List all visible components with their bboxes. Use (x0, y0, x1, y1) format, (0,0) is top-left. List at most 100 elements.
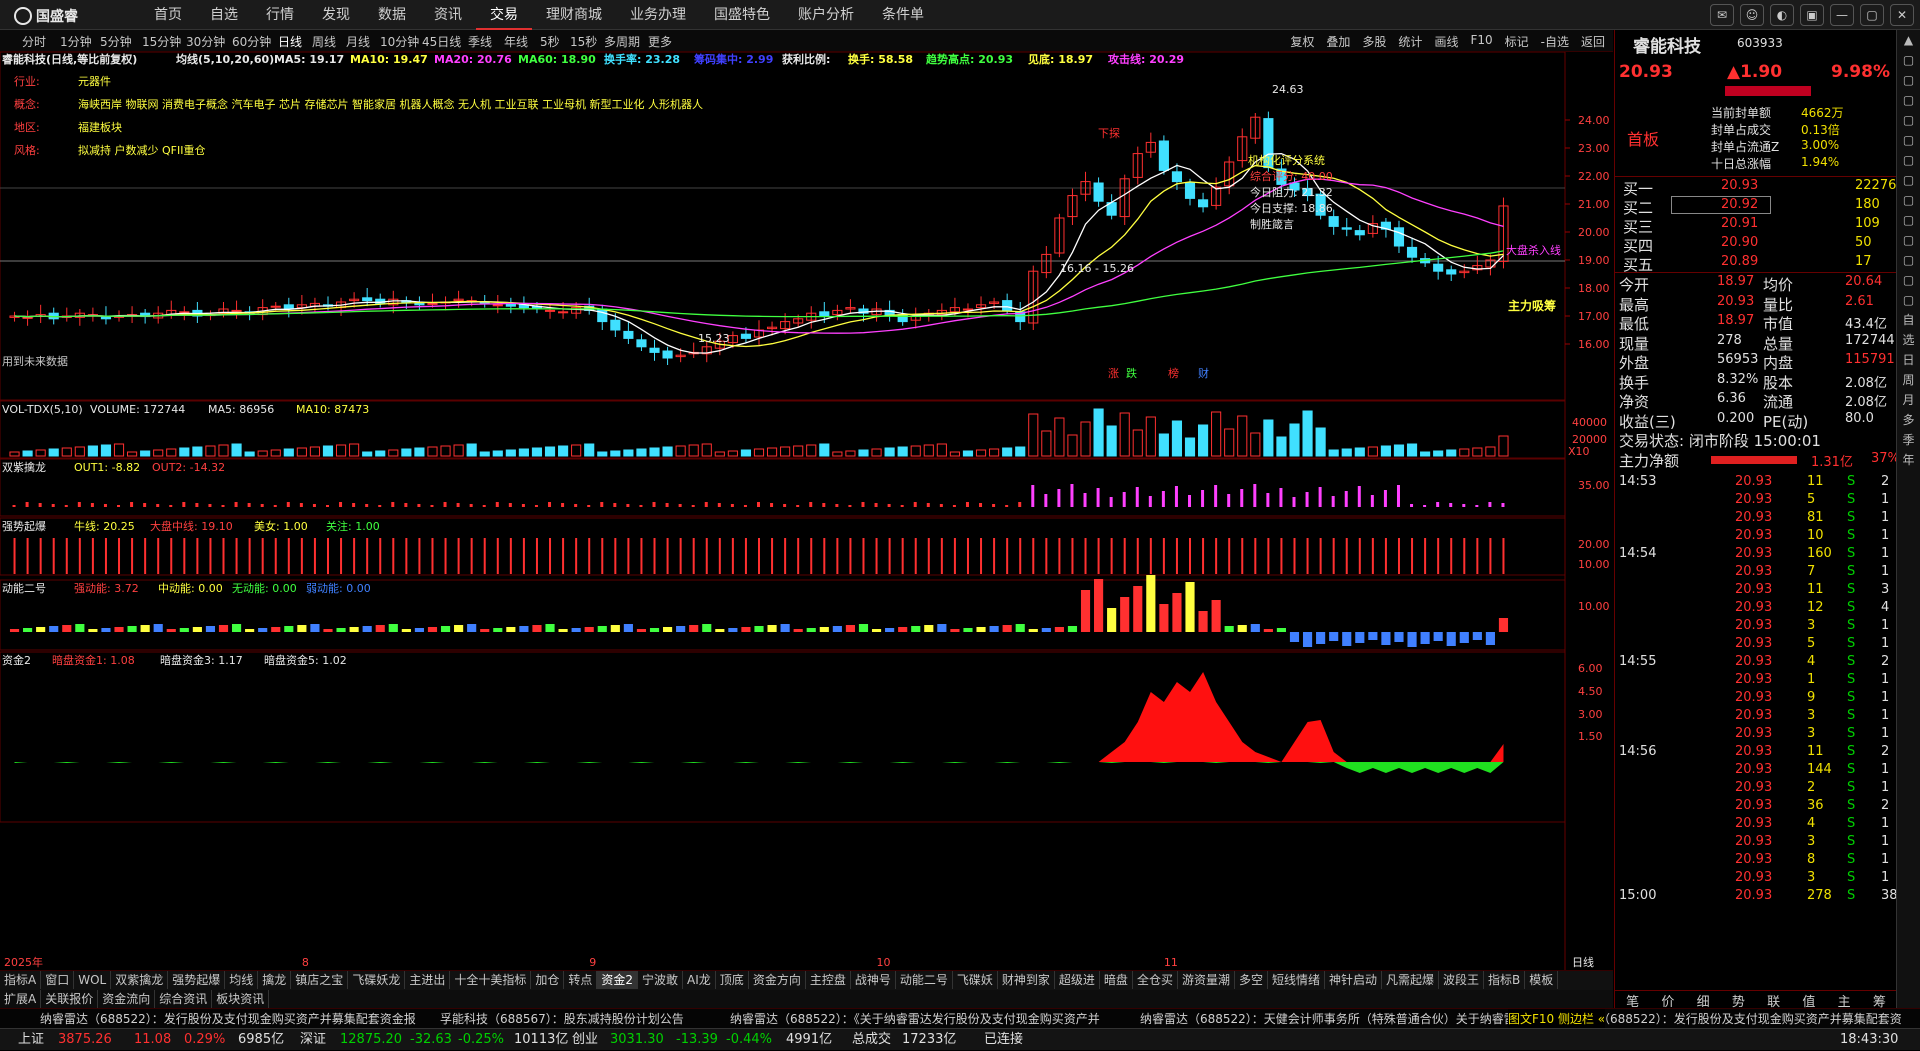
indicator-tab-6[interactable]: 擒龙 (258, 971, 292, 989)
info-tab-3[interactable]: 综合资讯 (155, 990, 213, 1008)
info-tab-0[interactable]: 扩展A (0, 990, 42, 1008)
info-tab-4[interactable]: 板块资讯 (212, 990, 270, 1008)
tool-4[interactable]: 画线 (1434, 33, 1458, 50)
side-icon-0[interactable]: ▲ (1897, 30, 1920, 50)
lock-icon[interactable]: ▣ (1800, 4, 1824, 26)
quote-tab-6[interactable]: 主 (1827, 991, 1862, 1010)
period-2[interactable]: 5分钟 (100, 33, 132, 50)
minimize-icon[interactable]: — (1830, 4, 1854, 26)
indicator-tab-33[interactable]: 模板 (1525, 971, 1559, 989)
side-icon-8[interactable]: ▢ (1897, 190, 1920, 210)
menu-item-3[interactable]: 发现 (308, 0, 364, 30)
indicator-tab-24[interactable]: 暗盘 (1100, 971, 1133, 989)
indicator-tab-2[interactable]: WOL (74, 971, 112, 989)
ticker-item[interactable]: 孚能科技（688567）：股东减持股份计划公告 (440, 1009, 684, 1028)
message-icon[interactable]: ✉ (1710, 4, 1734, 26)
side-tab-1[interactable]: 选 (1897, 330, 1920, 350)
period-3[interactable]: 15分钟 (142, 33, 181, 50)
period-10[interactable]: 45日线 (422, 33, 461, 50)
side-tab-0[interactable]: 自 (1897, 310, 1920, 330)
indicator-tab-8[interactable]: 飞碟妖龙 (348, 971, 406, 989)
indicator-tab-31[interactable]: 波段王 (1439, 971, 1485, 989)
side-icon-11[interactable]: ▢ (1897, 250, 1920, 270)
indicator-tab-21[interactable]: 飞碟妖 (953, 971, 998, 989)
indicator-tab-10[interactable]: 十全十美指标 (450, 971, 532, 989)
menu-item-7[interactable]: 理财商城 (532, 0, 616, 30)
side-icon-5[interactable]: ▢ (1897, 130, 1920, 150)
indicator-tab-4[interactable]: 强势起爆 (168, 971, 226, 989)
tool-1[interactable]: 叠加 (1326, 33, 1350, 50)
indicator-tab-26[interactable]: 游资量潮 (1178, 971, 1235, 989)
period-9[interactable]: 10分钟 (380, 33, 419, 50)
menu-item-2[interactable]: 行情 (252, 0, 308, 30)
tool-5[interactable]: F10 (1470, 33, 1492, 50)
skin-icon[interactable]: ◐ (1770, 4, 1794, 26)
indicator-tab-16[interactable]: 顶底 (716, 971, 749, 989)
period-6[interactable]: 日线 (278, 33, 302, 50)
side-tab-3[interactable]: 周 (1897, 370, 1920, 390)
indicator-tab-22[interactable]: 财神到家 (998, 971, 1055, 989)
menu-item-5[interactable]: 资讯 (420, 0, 476, 30)
quote-tab-7[interactable]: 筹 (1862, 991, 1897, 1010)
indicator-tab-5[interactable]: 均线 (225, 971, 259, 989)
period-12[interactable]: 年线 (504, 33, 528, 50)
period-7[interactable]: 周线 (312, 33, 336, 50)
side-icon-4[interactable]: ▢ (1897, 110, 1920, 130)
menu-item-11[interactable]: 条件单 (868, 0, 938, 30)
side-tab-7[interactable]: 年 (1897, 450, 1920, 470)
period-16[interactable]: 更多 (648, 33, 672, 50)
indicator-tab-1[interactable]: 窗口 (41, 971, 75, 989)
menu-item-0[interactable]: 首页 (140, 0, 196, 30)
news-ticker[interactable]: 纳睿雷达（688522）：发行股份及支付现金购买资产并募集配套资金报 孚能科技（6… (0, 1008, 1920, 1028)
side-icon-2[interactable]: ▢ (1897, 70, 1920, 90)
kline-chart[interactable]: 睿能科技(日线,等比前复权) 均线(5,10,20,60) MA5: 19.17 MA… (0, 52, 1613, 970)
period-13[interactable]: 5秒 (540, 33, 560, 50)
ticker-side-toggle[interactable]: 图文F10 侧边栏 « (1508, 1009, 1606, 1028)
period-8[interactable]: 月线 (346, 33, 370, 50)
indicator-tab-19[interactable]: 战神号 (851, 971, 896, 989)
info-tab-2[interactable]: 资金流向 (98, 990, 156, 1008)
indicator-tab-3[interactable]: 双紫擒龙 (111, 971, 169, 989)
side-icon-1[interactable]: ▢ (1897, 50, 1920, 70)
close-icon[interactable]: ✕ (1890, 4, 1914, 26)
side-icon-3[interactable]: ▢ (1897, 90, 1920, 110)
info-tab-1[interactable]: 关联报价 (41, 990, 99, 1008)
ticker-item[interactable]: 纳睿雷达（688522）：天健会计师事务所（特殊普通合伙）关于纳睿雷 (1140, 1009, 1516, 1028)
menu-item-8[interactable]: 业务办理 (616, 0, 700, 30)
indicator-tab-23[interactable]: 超级进 (1055, 971, 1100, 989)
tool-8[interactable]: 返回 (1581, 33, 1605, 50)
tool-2[interactable]: 多股 (1362, 33, 1386, 50)
period-1[interactable]: 1分钟 (60, 33, 92, 50)
indicator-tab-15[interactable]: AI龙 (683, 971, 716, 989)
indicator-tab-18[interactable]: 主控盘 (806, 971, 851, 989)
ticker-item[interactable]: 纳睿雷达（688522）：《关于纳睿雷达发行股份及支付现金购买资产并 (730, 1009, 1100, 1028)
tool-7[interactable]: -自选 (1541, 33, 1569, 50)
period-4[interactable]: 30分钟 (186, 33, 225, 50)
indicator-tab-7[interactable]: 镇店之宝 (291, 971, 349, 989)
indicator-tab-30[interactable]: 凡需起爆 (1382, 971, 1440, 989)
side-icon-7[interactable]: ▢ (1897, 170, 1920, 190)
period-5[interactable]: 60分钟 (232, 33, 271, 50)
tool-3[interactable]: 统计 (1398, 33, 1422, 50)
quote-tab-2[interactable]: 细 (1686, 991, 1721, 1010)
menu-item-4[interactable]: 数据 (364, 0, 420, 30)
app-logo[interactable]: 国盛睿 (14, 6, 78, 26)
period-0[interactable]: 分时 (22, 33, 46, 50)
menu-item-10[interactable]: 账户分析 (784, 0, 868, 30)
service-icon[interactable]: ☺ (1740, 4, 1764, 26)
tool-0[interactable]: 复权 (1290, 33, 1314, 50)
period-15[interactable]: 多周期 (604, 33, 640, 50)
menu-item-9[interactable]: 国盛特色 (700, 0, 784, 30)
period-11[interactable]: 季线 (468, 33, 492, 50)
period-14[interactable]: 15秒 (570, 33, 597, 50)
menu-item-1[interactable]: 自选 (196, 0, 252, 30)
indicator-tab-9[interactable]: 主进出 (405, 971, 451, 989)
side-tab-6[interactable]: 季 (1897, 430, 1920, 450)
side-icon-13[interactable]: ▢ (1897, 290, 1920, 310)
indicator-tab-12[interactable]: 转点 (564, 971, 598, 989)
maximize-icon[interactable]: ▢ (1860, 4, 1884, 26)
quote-tab-4[interactable]: 联 (1756, 991, 1791, 1010)
side-icon-6[interactable]: ▢ (1897, 150, 1920, 170)
indicator-tab-20[interactable]: 动能二号 (896, 971, 953, 989)
quote-tab-5[interactable]: 值 (1791, 991, 1826, 1010)
